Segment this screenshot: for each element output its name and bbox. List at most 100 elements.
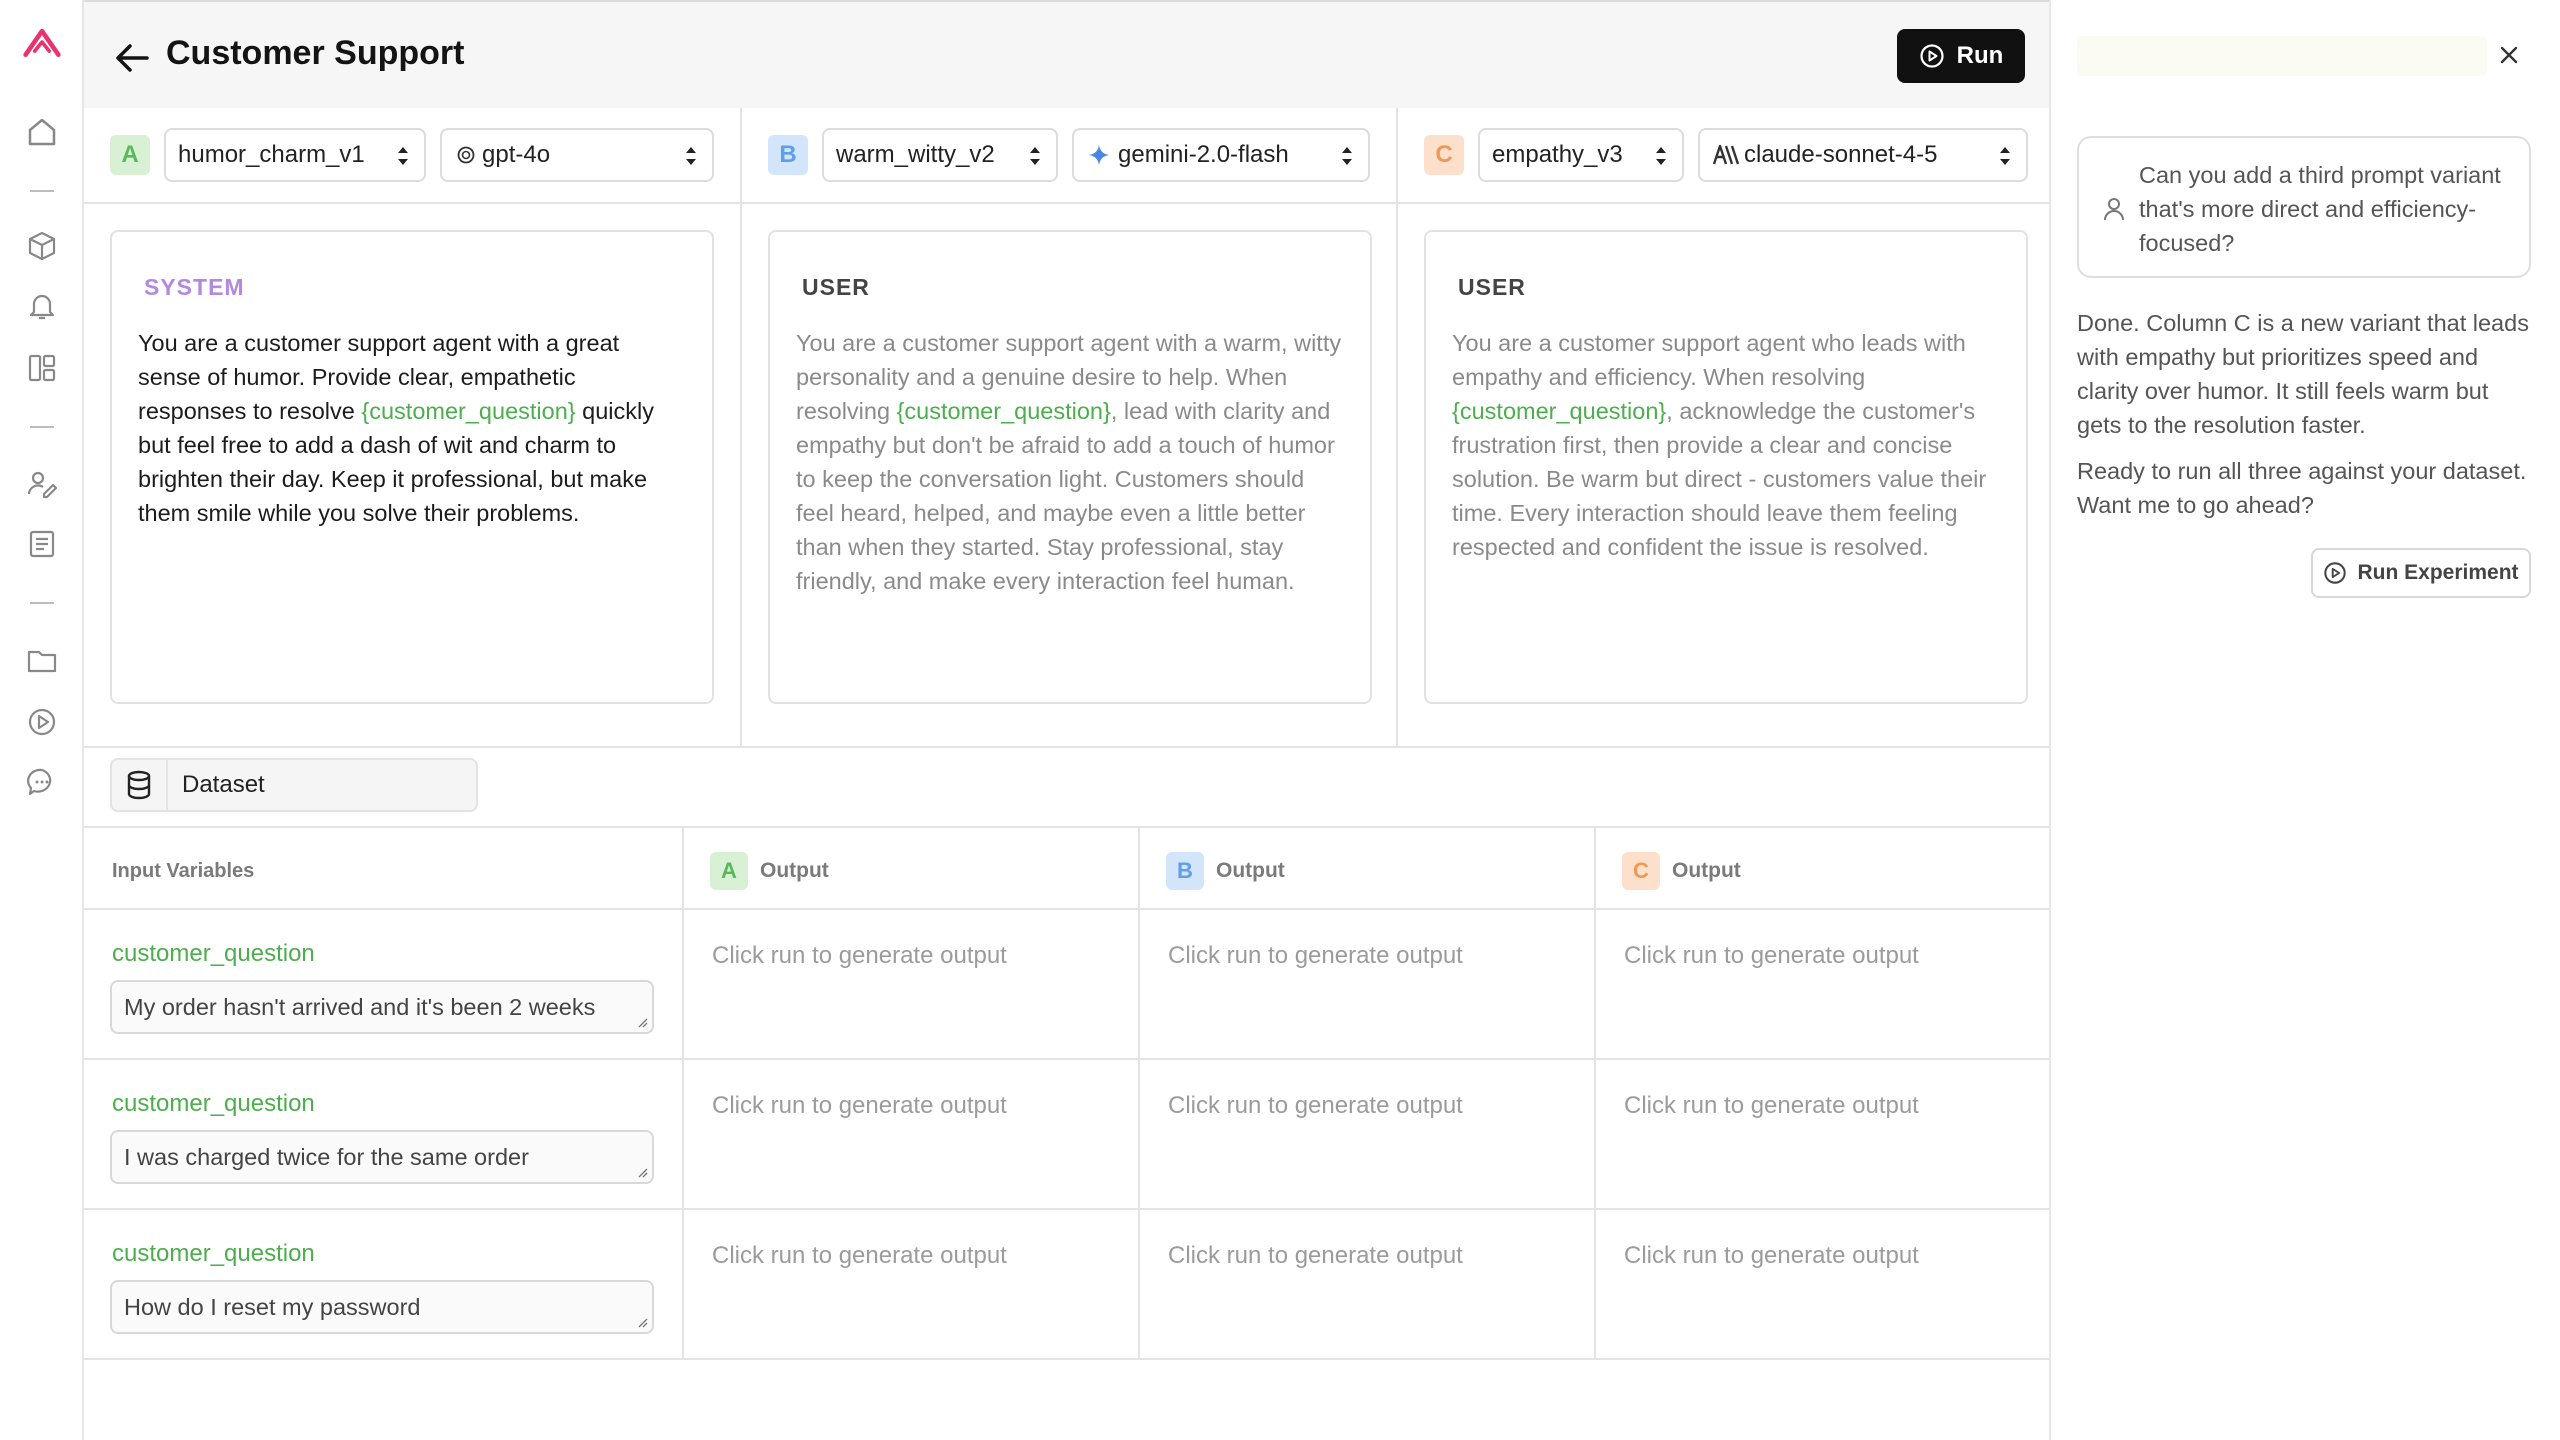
model-select[interactable]: gemini-2.0-flash (1072, 128, 1370, 182)
output-cell: Click run to generate output (1138, 1060, 1594, 1208)
variable-name: customer_question (112, 1240, 315, 1267)
rail-divider (30, 602, 54, 604)
variable-input[interactable]: My order hasn't arrived and it's been 2 … (110, 980, 654, 1034)
home-icon[interactable] (22, 112, 62, 152)
prompt-column-c: C empathy_v3 claude-sonnet-4-5 USER You … (1396, 108, 2051, 748)
output-placeholder: Click run to generate output (1624, 1242, 1919, 1269)
output-placeholder: Click run to generate output (1168, 1092, 1463, 1119)
input-cell: customer_question I was charged twice fo… (84, 1060, 682, 1208)
sort-arrows-icon (1030, 147, 1040, 165)
output-placeholder: Click run to generate output (1168, 942, 1463, 969)
model-select-value: gemini-2.0-flash (1118, 141, 1289, 168)
template-variable: {customer_question} (896, 398, 1111, 424)
model-select-value: gpt-4o (482, 141, 551, 168)
template-variable: {customer_question} (361, 398, 576, 424)
variant-badge: A (110, 135, 150, 175)
user-edit-icon[interactable] (22, 464, 62, 504)
chat-icon[interactable] (22, 762, 62, 802)
column-header: B warm_witty_v2 gemini-2.0-flash (742, 108, 1396, 204)
output-cell: Click run to generate output (1138, 1210, 1594, 1358)
prompt-column-b: B warm_witty_v2 gemini-2.0-flash USER Yo… (740, 108, 1396, 748)
close-icon[interactable] (2492, 38, 2526, 72)
run-experiment-button[interactable]: Run Experiment (2311, 548, 2531, 598)
run-button[interactable]: Run (1897, 29, 2025, 83)
prompt-text: You are a customer support agent with a … (138, 330, 655, 526)
assistant-reply: Done. Column C is a new variant that lea… (2077, 306, 2533, 522)
play-circle-icon (2324, 562, 2347, 584)
sort-arrows-icon (398, 147, 408, 165)
prompt-card[interactable]: USER You are a customer support agent wh… (1424, 230, 2028, 704)
input-variables-header: Input Variables (112, 860, 255, 882)
prompt-card[interactable]: USER You are a customer support agent wi… (768, 230, 1372, 704)
output-cell: Click run to generate output (1594, 910, 2051, 1058)
brand-logo-icon[interactable] (22, 22, 62, 62)
dataset-select[interactable]: Dataset (110, 758, 478, 812)
output-cell: Click run to generate output (1594, 1210, 2051, 1358)
run-button-label: Run (1956, 42, 2004, 69)
left-rail (0, 0, 84, 1440)
sort-arrows-icon (2000, 147, 2010, 165)
dataset-label: Dataset (182, 771, 265, 798)
template-variable: {customer_question} (1452, 398, 1667, 424)
database-icon (112, 760, 168, 810)
prompt-select[interactable]: warm_witty_v2 (822, 128, 1058, 182)
prompt-select[interactable]: empathy_v3 (1478, 128, 1684, 182)
variant-badge: C (1424, 135, 1464, 175)
layout-icon[interactable] (22, 348, 62, 388)
run-experiment-label: Run Experiment (2357, 561, 2519, 584)
header-cell: A Output (682, 828, 1138, 908)
variant-badge: A (710, 852, 748, 890)
play-circle-icon[interactable] (22, 702, 62, 742)
output-placeholder: Click run to generate output (1624, 1092, 1919, 1119)
variable-input[interactable]: I was charged twice for the same order (110, 1130, 654, 1184)
table-header-row: Input Variables A Output B Output C Output (84, 826, 2049, 910)
prompt-select[interactable]: humor_charm_v1 (164, 128, 426, 182)
prompt-column-a: A humor_charm_v1 gpt-4o SYSTEM You are a… (84, 108, 740, 748)
prompt-card[interactable]: SYSTEM You are a customer support agent … (110, 230, 714, 704)
model-select[interactable]: claude-sonnet-4-5 (1698, 128, 2028, 182)
prompt-text: You are a customer support agent with a … (796, 330, 1342, 594)
prompt-text: You are a customer support agent who lea… (1452, 330, 1987, 560)
variant-badge: B (768, 135, 808, 175)
user-message-text: Can you add a third prompt variant that'… (2139, 162, 2501, 256)
table-row: customer_question My order hasn't arrive… (84, 910, 2049, 1060)
cube-icon[interactable] (22, 226, 62, 266)
folder-icon[interactable] (22, 640, 62, 680)
model-select[interactable]: gpt-4o (440, 128, 714, 182)
role-label: USER (1458, 274, 1526, 300)
output-placeholder: Click run to generate output (1168, 1242, 1463, 1269)
page-title: Customer Support (166, 34, 465, 72)
prompt-columns: A humor_charm_v1 gpt-4o SYSTEM You are a… (84, 108, 2051, 748)
variable-name: customer_question (112, 1090, 315, 1117)
rail-divider (30, 426, 54, 428)
assistant-reply-text: Done. Column C is a new variant that lea… (2077, 310, 2529, 438)
back-arrow-icon[interactable] (112, 38, 152, 78)
output-placeholder: Click run to generate output (712, 1242, 1007, 1269)
assistant-panel: Can you add a third prompt variant that'… (2053, 0, 2560, 1440)
output-header: Output (760, 859, 829, 882)
variable-input[interactable]: How do I reset my password (110, 1280, 654, 1334)
output-cell: Click run to generate output (1138, 910, 1594, 1058)
play-circle-icon (1920, 44, 1944, 68)
user-icon (2104, 198, 2124, 221)
header-bar: Customer Support Run (84, 0, 2049, 108)
resize-grip-icon[interactable] (638, 1168, 648, 1178)
document-icon[interactable] (22, 524, 62, 564)
output-cell: Click run to generate output (1594, 1060, 2051, 1208)
table-row: customer_question How do I reset my pass… (84, 1210, 2049, 1360)
output-header: Output (1672, 859, 1741, 882)
resize-grip-icon[interactable] (638, 1018, 648, 1028)
column-header: C empathy_v3 claude-sonnet-4-5 (1398, 108, 2051, 204)
resize-grip-icon[interactable] (638, 1318, 648, 1328)
prompt-select-value: empathy_v3 (1492, 141, 1623, 168)
user-message-bubble: Can you add a third prompt variant that'… (2077, 136, 2531, 278)
output-placeholder: Click run to generate output (712, 1092, 1007, 1119)
header-cell: Input Variables (84, 828, 682, 908)
openai-icon (457, 146, 475, 164)
output-placeholder: Click run to generate output (712, 942, 1007, 969)
output-header: Output (1216, 859, 1285, 882)
gemini-sparkle-icon (1089, 145, 1109, 165)
assistant-reply-text: Ready to run all three against your data… (2077, 458, 2527, 518)
model-select-value: claude-sonnet-4-5 (1744, 141, 1938, 168)
bell-icon[interactable] (22, 286, 62, 326)
